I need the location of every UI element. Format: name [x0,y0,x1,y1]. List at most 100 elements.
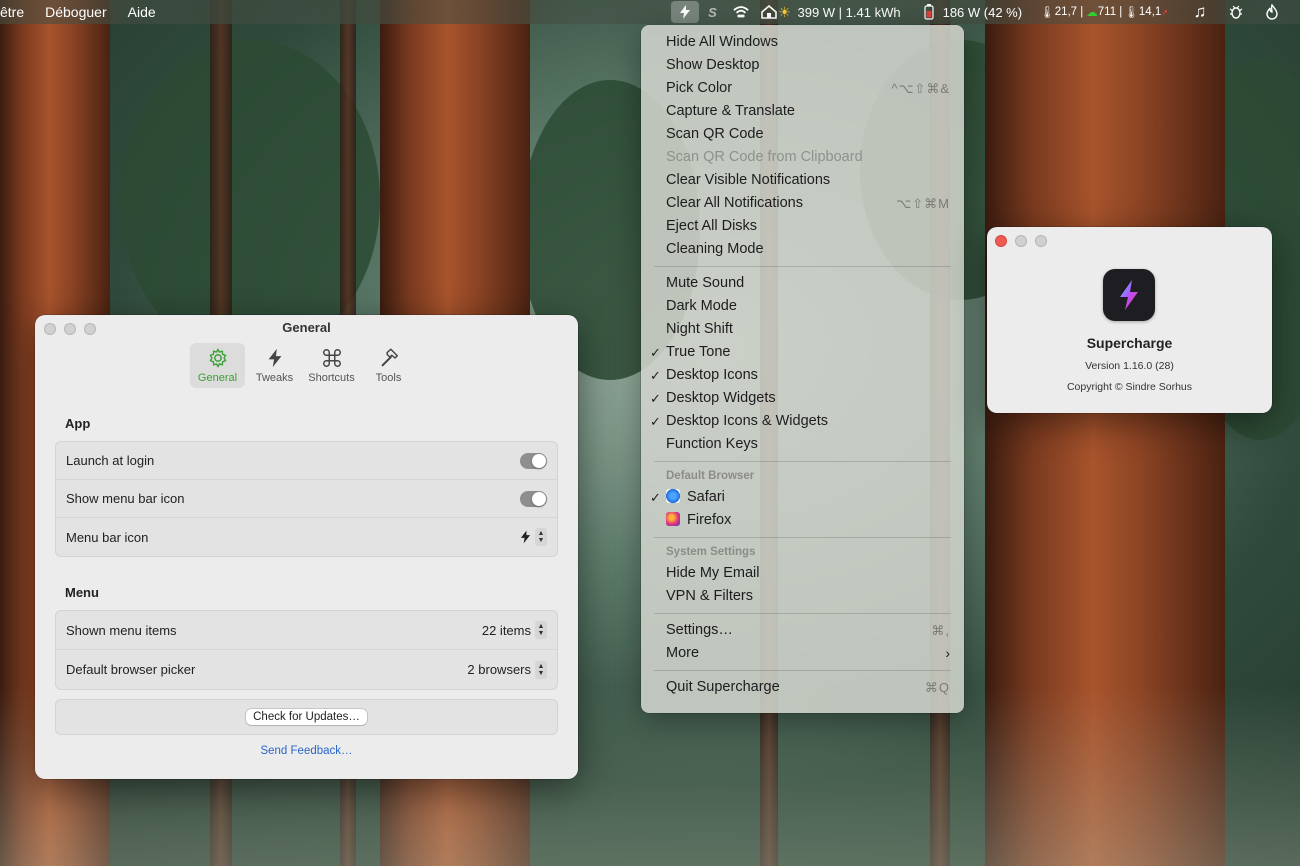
setting-row-show-menu-bar-icon: Show menu bar icon [56,480,557,518]
popup-chevrons-icon: ▲ ▼ [535,528,547,546]
menu-item-clear-visible-notifications[interactable]: Clear Visible Notifications [641,169,964,192]
thermometer-icon-2: 🌡 [1124,7,1139,19]
menu-separator [654,461,951,462]
gear-icon [209,348,226,368]
menu-item-desktop-icons[interactable]: ✓ Desktop Icons [641,364,964,387]
battery-readout: 186 W (42 %) [942,4,1023,20]
bug-icon [1228,4,1244,20]
menu-item-capture-translate[interactable]: Capture & Translate [641,100,964,123]
battery-icon [921,4,937,20]
menu-item-true-tone[interactable]: ✓ True Tone [641,341,964,364]
supercharge-dropdown-menu: Hide All Windows Show Desktop Pick Color… [641,25,964,713]
thermometer-icon: 🌡 [1040,7,1055,19]
checkmark-icon: ✓ [650,368,661,383]
menu-item-cleaning-mode[interactable]: Cleaning Mode [641,238,964,261]
menubar-item-debug[interactable]: Déboguer [45,4,107,20]
menu-item-quit[interactable]: Quit Supercharge ⌘Q [641,676,964,699]
menu-item-pick-color[interactable]: Pick Color ^⌥⇧⌘& [641,77,964,100]
show-menu-bar-icon-toggle[interactable] [520,490,547,507]
menu-item-desktop-icons-widgets[interactable]: ✓ Desktop Icons & Widgets [641,410,964,433]
bolt-icon [268,348,281,368]
app-name: Supercharge [1086,335,1173,351]
s-logo-menu-extra[interactable]: S [699,0,727,24]
battery-menu-extra[interactable]: 186 W (42 %) [915,0,1028,24]
setting-row-menu-bar-icon: Menu bar icon ▲ ▼ [56,518,557,556]
menu-bar-icon-picker[interactable]: ▲ ▼ [520,528,547,546]
zoom-button[interactable] [1035,235,1047,247]
menu-item-mute-sound[interactable]: Mute Sound [641,272,964,295]
menu-item-hide-my-email[interactable]: Hide My Email [641,562,964,585]
shown-menu-items-picker[interactable]: 22 items ▲ ▼ [482,621,547,639]
general-settings-window: General General Tweaks Shortcuts Tools A… [35,315,578,779]
wifi-router-icon [732,4,749,20]
popup-chevrons-icon: ▲ ▼ [535,621,547,639]
setting-row-shown-menu-items: Shown menu items 22 items ▲ ▼ [56,611,557,650]
firefox-icon [666,512,680,527]
section-title-menu: Menu [65,585,99,600]
bolt-icon [520,530,531,544]
minimize-button[interactable] [1015,235,1027,247]
menubar-item-help[interactable]: Aide [128,4,156,20]
menu-item-night-shift[interactable]: Night Shift [641,318,964,341]
menu-item-vpn-filters[interactable]: VPN & Filters [641,585,964,608]
send-feedback-link[interactable]: Send Feedback… [35,745,578,757]
flame-menu-extra[interactable] [1258,0,1286,24]
popup-chevrons-icon: ▲ ▼ [535,660,547,679]
menu-item-eject-all-disks[interactable]: Eject All Disks [641,215,964,238]
setting-row-default-browser-picker: Default browser picker 2 browsers ▲ ▼ [56,650,557,689]
checkmark-icon: ✓ [650,414,661,429]
supercharge-menu-extra[interactable] [670,1,699,23]
tools-menu-extra[interactable] [1222,0,1250,24]
shortcut-label: ⌘Q [924,680,950,695]
sensor-menu-extra[interactable]: 🌡 21,7 | ☁ 711 | 🌡 14,1 ↗ [1034,0,1174,24]
menu-item-hide-all-windows[interactable]: Hide All Windows [641,31,964,54]
supercharge-app-icon [1103,269,1155,321]
s-logo-icon: S [708,4,717,20]
about-window: Supercharge Version 1.16.0 (28) Copyrigh… [987,227,1272,413]
menubar-item-window[interactable]: être [0,4,24,20]
default-browser-picker-select[interactable]: 2 browsers ▲ ▼ [467,660,547,679]
menu-item-more[interactable]: More › [641,642,964,665]
app-version: Version 1.16.0 (28) [1085,360,1174,372]
menu-item-function-keys[interactable]: Function Keys [641,433,964,456]
cloud-icon: ☁ [1086,7,1098,19]
menu-item-desktop-widgets[interactable]: ✓ Desktop Widgets [641,387,964,410]
chevron-right-icon: › [945,645,950,661]
temp2-readout: 14,1 [1138,6,1162,18]
launch-at-login-toggle[interactable] [520,452,547,469]
updates-group: Check for Updates… [55,699,558,735]
solar-readout: 399 W | 1.41 kWh [797,4,901,20]
music-note-icon: ♫ [1193,2,1207,21]
tab-general[interactable]: General [190,343,245,388]
co2-readout: 711 | [1097,6,1123,18]
check-for-updates-button[interactable]: Check for Updates… [246,709,367,725]
menu-separator [654,670,951,671]
shortcut-label: ⌘, [931,623,950,638]
tab-tools[interactable]: Tools [361,343,416,388]
close-button[interactable] [995,235,1007,247]
app-copyright: Copyright © Sindre Sorhus [1066,381,1193,393]
window-controls [995,235,1047,247]
menu-item-settings[interactable]: Settings… ⌘, [641,619,964,642]
section-title-app: App [65,416,91,431]
menu-separator [654,613,951,614]
menu-item-scan-qr-code[interactable]: Scan QR Code [641,123,964,146]
menu-item-browser-firefox[interactable]: Firefox [641,509,964,532]
tab-tweaks[interactable]: Tweaks [247,343,302,388]
menu-item-dark-mode[interactable]: Dark Mode [641,295,964,318]
menu-item-browser-safari[interactable]: ✓ Safari [641,486,964,509]
command-key-icon [322,349,341,367]
temp1-readout: 21,7 | [1054,6,1084,18]
bolt-icon [677,4,693,20]
tab-shortcuts[interactable]: Shortcuts [304,343,359,388]
menu-separator [654,537,951,538]
hammer-icon [381,348,398,367]
menu-item-show-desktop[interactable]: Show Desktop [641,54,964,77]
music-menu-extra[interactable]: ♫ [1186,0,1214,24]
router-menu-extra[interactable] [727,0,755,24]
menu-section-header-default-browser: Default Browser [666,470,755,482]
solar-menu-extra[interactable]: ☀ 399 W | 1.41 kWh [755,0,907,24]
safari-icon [666,489,680,504]
menu-item-clear-all-notifications[interactable]: Clear All Notifications ⌥⇧⌘M [641,192,964,215]
menu-item-scan-qr-clipboard: Scan QR Code from Clipboard [666,149,863,165]
